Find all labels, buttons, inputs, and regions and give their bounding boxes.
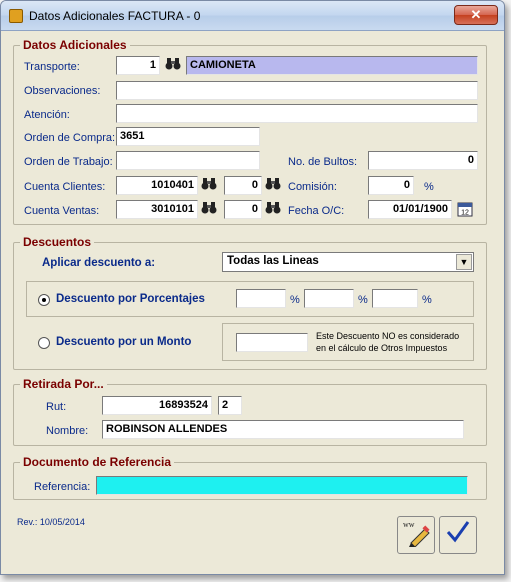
binoculars-icon[interactable] [200, 177, 218, 195]
fecha-oc-input[interactable]: 01/01/1900 [368, 200, 452, 219]
percent-sign: % [422, 294, 432, 306]
rut-input[interactable]: 16893524 [102, 396, 212, 415]
revision-text: Rev.: 10/05/2014 [17, 517, 85, 527]
pct-input-2[interactable] [304, 289, 354, 308]
dialog-window: Datos Adicionales FACTURA - 0 ✕ Datos Ad… [0, 0, 505, 575]
transporte-name-field: CAMIONETA [186, 56, 478, 75]
group-descuentos: Descuentos Aplicar descuento a: Todas la… [13, 235, 487, 370]
orden-trabajo-label: Orden de Trabajo: [24, 156, 113, 168]
rut-label: Rut: [46, 401, 67, 413]
pct-input-3[interactable] [372, 289, 418, 308]
cuenta-clientes-aux-input[interactable]: 0 [224, 176, 262, 195]
orden-trabajo-input[interactable] [116, 151, 260, 170]
group-retirada: Retirada Por... Rut: 16893524 2 Nombre: … [13, 377, 487, 446]
bultos-input[interactable]: 0 [368, 151, 478, 170]
monto-label[interactable]: Descuento por un Monto [56, 336, 191, 348]
group-title: Documento de Referencia [20, 455, 175, 469]
atencion-input[interactable] [116, 104, 478, 123]
cuenta-clientes-input[interactable]: 1010401 [116, 176, 198, 195]
referencia-input[interactable] [96, 476, 468, 495]
svg-text:ww: ww [403, 520, 415, 529]
cuenta-ventas-aux-input[interactable]: 0 [224, 200, 262, 219]
calendar-icon[interactable]: 12 [456, 201, 474, 219]
group-datos-adicionales: Datos Adicionales Transporte: 1 CAMIONET… [13, 38, 487, 225]
cuenta-ventas-input[interactable]: 3010101 [116, 200, 198, 219]
binoculars-icon[interactable] [264, 201, 282, 219]
percent-sign: % [424, 181, 434, 193]
edit-icon: ww [403, 520, 430, 548]
observaciones-label: Observaciones: [24, 85, 101, 97]
ok-button[interactable] [439, 516, 477, 554]
nombre-label: Nombre: [46, 425, 89, 437]
referencia-label: Referencia: [34, 481, 91, 493]
binoculars-icon[interactable] [264, 177, 282, 195]
monto-input[interactable] [236, 333, 308, 352]
atencion-label: Atención: [24, 109, 70, 121]
pct-input-1[interactable] [236, 289, 286, 308]
monto-note-line1: Este Descuento NO es considerado [316, 331, 460, 341]
group-title: Datos Adicionales [20, 38, 130, 52]
cuenta-ventas-label: Cuenta Ventas: [24, 205, 100, 217]
aplicar-descuento-select[interactable]: Todas las Lineas ▼ [222, 252, 474, 272]
app-icon [9, 9, 23, 23]
percent-sign: % [290, 294, 300, 306]
group-title: Descuentos [20, 235, 95, 249]
radio-monto[interactable] [38, 337, 50, 349]
window-title: Datos Adicionales FACTURA - 0 [29, 9, 201, 23]
transporte-label: Transporte: [24, 61, 80, 73]
checkmark-icon [446, 521, 470, 543]
group-referencia: Documento de Referencia Referencia: [13, 455, 487, 500]
nombre-input[interactable]: ROBINSON ALLENDES [102, 420, 464, 439]
edit-button[interactable]: ww [397, 516, 435, 554]
title-bar[interactable]: Datos Adicionales FACTURA - 0 ✕ [1, 1, 504, 31]
close-button[interactable]: ✕ [454, 5, 498, 25]
aplicar-descuento-value: Todas las Lineas [227, 255, 319, 267]
observaciones-input[interactable] [116, 81, 478, 100]
svg-text:12: 12 [461, 210, 469, 217]
chevron-down-icon[interactable]: ▼ [456, 254, 472, 270]
orden-compra-input[interactable]: 3651 [116, 127, 260, 146]
comision-input[interactable]: 0 [368, 176, 414, 195]
binoculars-icon[interactable] [200, 201, 218, 219]
bultos-label: No. de Bultos: [288, 156, 358, 168]
orden-compra-label: Orden de Compra: [24, 132, 116, 144]
dialog-client: Datos Adicionales Transporte: 1 CAMIONET… [7, 32, 498, 570]
group-title: Retirada Por... [20, 377, 107, 391]
radio-porcentajes[interactable] [38, 294, 50, 306]
aplicar-descuento-label: Aplicar descuento a: [42, 257, 156, 269]
rut-dv-input[interactable]: 2 [218, 396, 242, 415]
porcentajes-label[interactable]: Descuento por Porcentajes [56, 293, 205, 305]
comision-label: Comisión: [288, 181, 337, 193]
binoculars-icon[interactable] [164, 57, 182, 75]
cuenta-clientes-label: Cuenta Clientes: [24, 181, 106, 193]
fecha-oc-label: Fecha O/C: [288, 205, 345, 217]
transporte-code-input[interactable]: 1 [116, 56, 160, 75]
monto-note-line2: en el cálculo de Otros Impuestos [316, 343, 448, 353]
percent-sign: % [358, 294, 368, 306]
